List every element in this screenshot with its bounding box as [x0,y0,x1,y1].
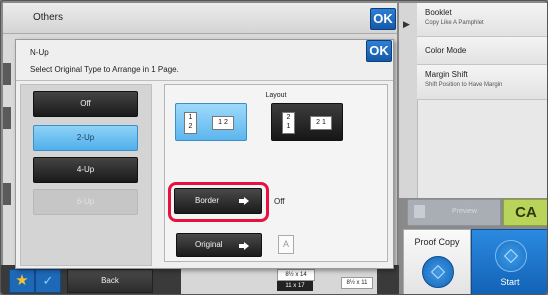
paper-size-tray-3: 8½ x 11 [341,277,373,289]
preview-label: Preview [452,208,477,215]
edge-tab[interactable] [3,107,11,129]
screen-frame: Others OK ▶ Booklet Copy Like A Pamphlet… [0,0,548,295]
sidebar-item-color-mode[interactable]: Color Mode [417,37,547,65]
sidebar-collapse-button[interactable]: ▶ [399,3,418,198]
screen: Others OK ▶ Booklet Copy Like A Pamphlet… [0,0,548,295]
n-up-ok-button[interactable]: OK [366,40,392,62]
border-button[interactable]: Border [174,188,262,214]
original-orientation-icon: A [278,235,294,254]
others-ok-button[interactable]: OK [370,8,396,30]
edge-tab[interactable] [3,63,11,85]
start-button[interactable]: Start [471,229,547,294]
layout-label: Layout [265,92,287,99]
sidebar-item-title: Color Mode [425,46,467,55]
dialog-title: N-Up [30,48,49,57]
start-label: Start [500,277,520,287]
sidebar-item-title: Booklet [425,8,452,17]
others-title-bar: Others [3,3,397,34]
n-up-options-panel: Off 2-Up 4-Up 6-Up [20,84,152,266]
favorite-star-icon[interactable]: ★ [9,269,35,293]
option-4-up-button[interactable]: 4-Up [33,157,138,183]
others-title: Others [33,12,64,23]
paper-tray-status[interactable]: 8½ x 14 11 x 17 8½ x 11 [181,267,377,294]
arrow-right-icon [239,197,249,205]
page-portrait-icon: 21 [282,112,295,134]
back-button[interactable]: Back [67,269,153,293]
sidebar-item-subtitle: Shift Position to Have Margin [425,82,503,88]
checkmark-icon[interactable]: ✓ [35,269,61,293]
function-sidebar: ▶ Booklet Copy Like A Pamphlet Color Mod… [399,3,547,198]
border-label: Border [195,196,220,205]
sidebar-item-booklet[interactable]: Booklet Copy Like A Pamphlet [417,3,547,37]
layout-right-to-left-button[interactable]: 21 2 1 [271,103,343,141]
sidebar-item-subtitle: Copy Like A Pamphlet [425,20,484,26]
original-label: Original [195,240,223,249]
page-landscape-icon: 2 1 [310,116,332,130]
start-icon [495,240,527,272]
border-value: Off [274,197,285,206]
preview-icon [414,205,425,218]
paper-size-tray-1: 8½ x 14 [277,269,315,281]
layout-left-to-right-button[interactable]: 12 1 2 [175,103,247,141]
divider [16,80,393,81]
page-landscape-icon: 1 2 [212,116,234,130]
dialog-instruction: Select Original Type to Arrange in 1 Pag… [30,65,179,74]
sidebar-item-margin-shift[interactable]: Margin Shift Shift Position to Have Marg… [417,65,547,100]
option-6-up-button: 6-Up [33,189,138,215]
original-button[interactable]: Original [176,233,262,257]
clear-all-button[interactable]: CA [503,199,547,226]
sidebar-item-title: Margin Shift [425,70,468,79]
option-2-up-button[interactable]: 2-Up [33,125,138,151]
page-portrait-icon: 12 [184,112,197,134]
proof-copy-icon [422,256,454,288]
n-up-dialog: N-Up OK Select Original Type to Arrange … [15,39,394,269]
play-icon: ▶ [403,19,410,29]
paper-size-tray-2: 11 x 17 [277,281,313,291]
proof-copy-button[interactable]: Proof Copy [403,229,471,294]
edge-tab[interactable] [3,183,11,205]
edge-tabs [3,63,11,263]
proof-copy-label: Proof Copy [414,237,460,247]
option-off-button[interactable]: Off [33,91,138,117]
arrow-right-icon [239,242,249,250]
preview-button[interactable]: Preview [407,199,501,226]
